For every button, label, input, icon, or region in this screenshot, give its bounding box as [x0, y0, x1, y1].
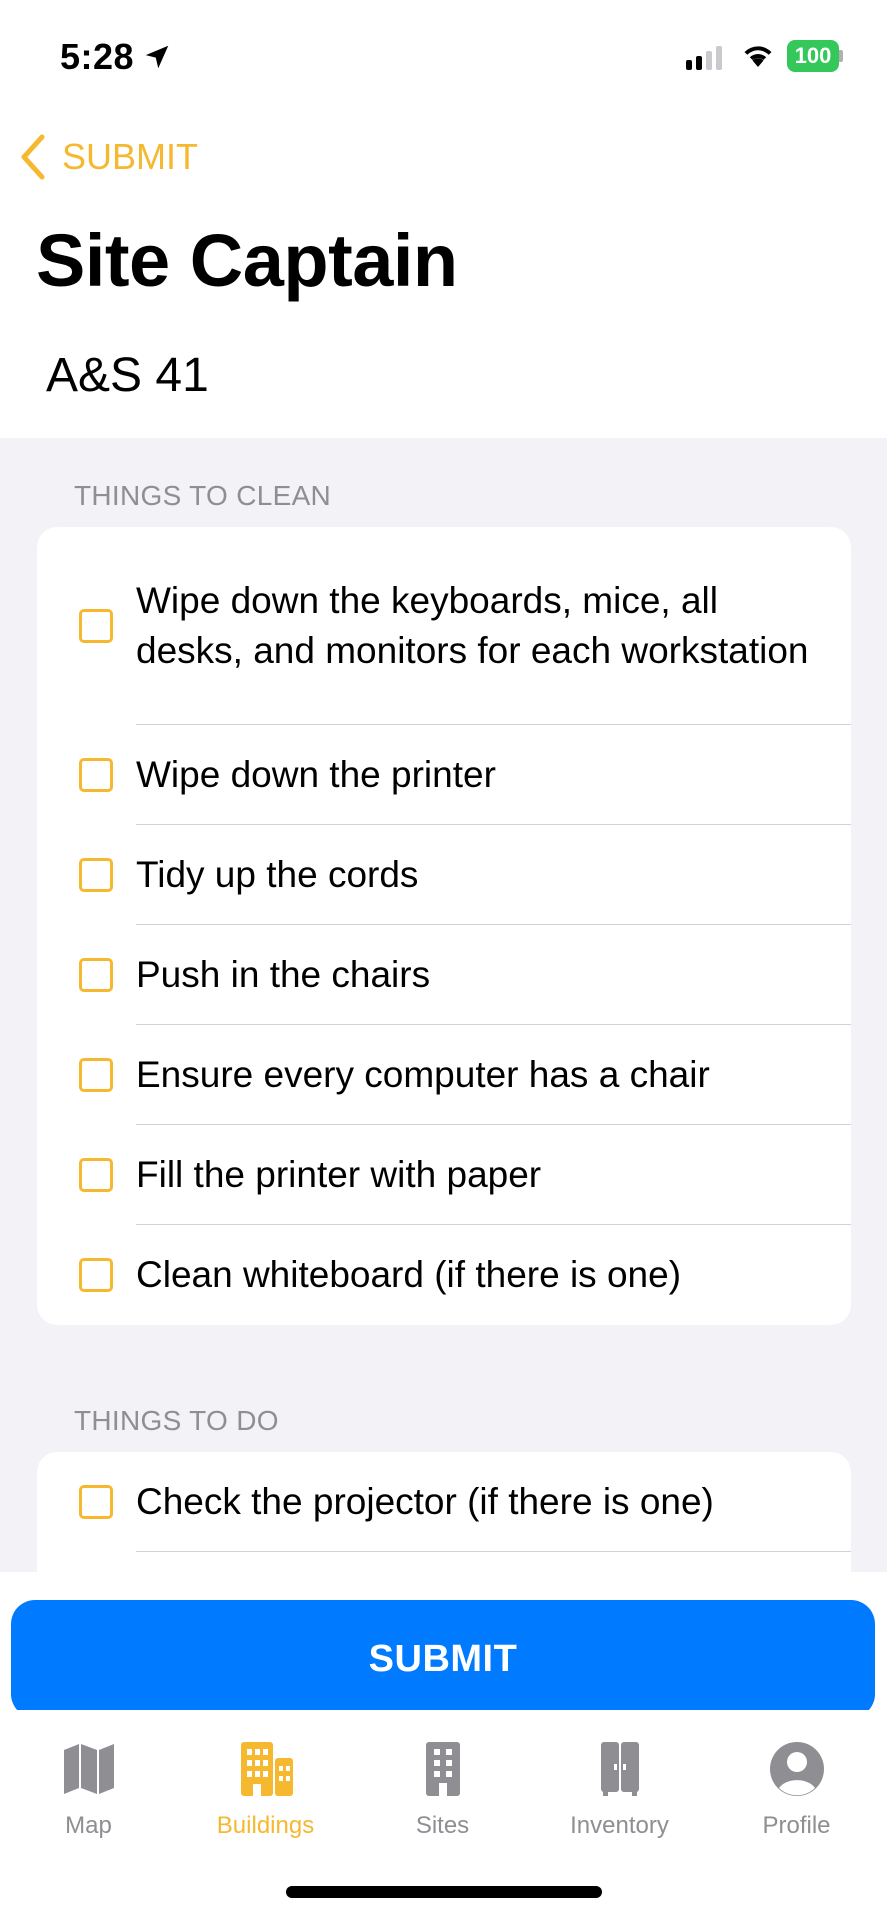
home-indicator [286, 1886, 602, 1898]
checkbox[interactable] [79, 758, 113, 792]
checkbox[interactable] [79, 1058, 113, 1092]
tab-label: Sites [415, 1812, 470, 1839]
checkbox[interactable] [79, 1485, 113, 1519]
checklist-item-label: Wipe down the printer [136, 754, 496, 795]
checklist-item-label: Wipe down the keyboards, mice, all desks… [136, 580, 809, 671]
location-arrow-icon [145, 45, 169, 69]
checklist-item-label: Check the projector (if there is one) [136, 1481, 714, 1522]
wifi-icon [744, 46, 772, 67]
profile-icon [769, 1742, 824, 1796]
room-name: A&S 41 [46, 349, 209, 402]
map-icon [63, 1744, 114, 1794]
checkbox[interactable] [79, 1158, 113, 1192]
checklist-item[interactable]: Wipe down the printer [37, 725, 851, 825]
checklist-item-label: Fill the printer with paper [136, 1154, 542, 1195]
buildings-icon [240, 1742, 293, 1796]
tab-label: Profile [762, 1812, 831, 1839]
checklist-item[interactable]: Check the projector (if there is one) [37, 1452, 851, 1552]
inventory-icon [600, 1742, 639, 1796]
battery-icon: 100 [787, 40, 843, 72]
back-button[interactable]: SUBMIT [18, 130, 198, 184]
checklist-item[interactable]: Push in the chairs [37, 925, 851, 1025]
clock: 5:28 [60, 36, 135, 77]
back-label: SUBMIT [62, 136, 199, 177]
submit-area: SUBMIT [0, 1572, 887, 1718]
tab-buildings[interactable]: Buildings [177, 1740, 354, 1840]
things-to-do-card: Check the projector (if there is one) [37, 1452, 851, 1572]
tab-sites[interactable]: Sites [354, 1740, 531, 1840]
checklist-item[interactable]: Wipe down the keyboards, mice, all desks… [37, 527, 851, 725]
checklist-item-label: Clean whiteboard (if there is one) [136, 1254, 682, 1295]
checkbox[interactable] [79, 858, 113, 892]
checklist-scroll-area[interactable]: THINGS TO CLEAN Wipe down the keyboards,… [0, 438, 887, 1572]
tab-label: Inventory [570, 1812, 669, 1839]
checkbox[interactable] [79, 609, 113, 643]
status-bar: 5:28 100 [0, 0, 887, 110]
tab-profile[interactable]: Profile [708, 1740, 885, 1840]
checklist-item[interactable]: Tidy up the cords [37, 825, 851, 925]
tab-label: Map [65, 1812, 112, 1839]
cellular-signal-icon [686, 44, 722, 70]
sites-icon [425, 1742, 460, 1796]
checkbox[interactable] [79, 958, 113, 992]
page-title: Site Captain [36, 219, 458, 302]
chevron-left-icon [21, 134, 45, 180]
tab-inventory[interactable]: Inventory [531, 1740, 708, 1840]
section-header-things-to-clean: THINGS TO CLEAN [74, 480, 332, 511]
submit-button[interactable]: SUBMIT [11, 1600, 875, 1718]
tab-map[interactable]: Map [0, 1740, 177, 1840]
battery-level: 100 [787, 40, 839, 72]
checklist-item[interactable]: Clean whiteboard (if there is one) [37, 1225, 851, 1325]
checklist-item-label: Tidy up the cords [136, 854, 419, 895]
checklist-item-label: Ensure every computer has a chair [136, 1054, 710, 1095]
checklist-item-label: Push in the chairs [136, 954, 431, 995]
status-time: 5:28 [60, 36, 172, 78]
tab-label: Buildings [216, 1812, 315, 1839]
section-header-things-to-do: THINGS TO DO [74, 1405, 279, 1436]
checklist-item[interactable]: Fill the printer with paper [37, 1125, 851, 1225]
things-to-clean-card: Wipe down the keyboards, mice, all desks… [37, 527, 851, 1325]
checkbox[interactable] [79, 1258, 113, 1292]
checklist-item[interactable]: Ensure every computer has a chair [37, 1025, 851, 1125]
